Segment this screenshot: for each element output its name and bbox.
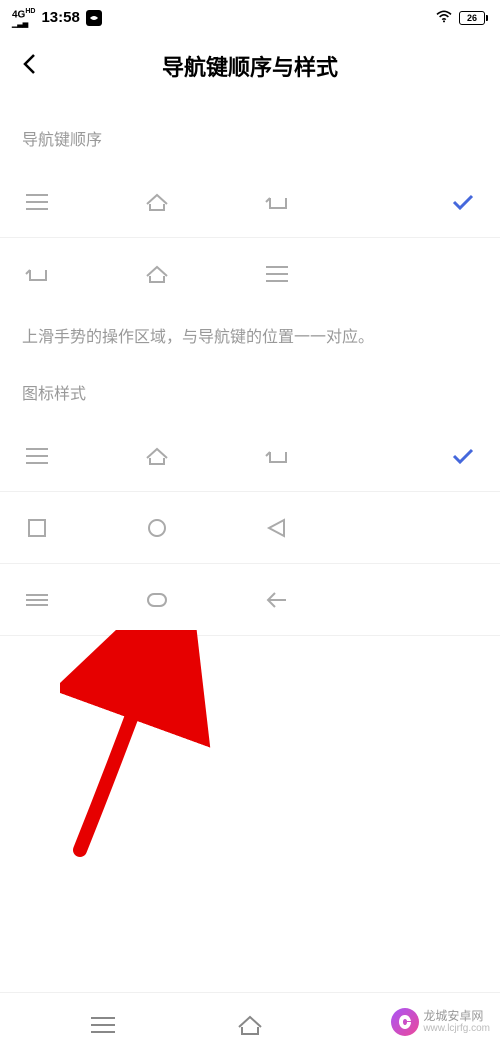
style-option-3[interactable] xyxy=(0,564,500,636)
check-icon xyxy=(448,446,478,466)
status-right: 26 xyxy=(435,10,488,27)
check-icon xyxy=(448,192,478,212)
arrow-annotation xyxy=(60,630,220,875)
home-icon xyxy=(142,444,172,468)
back-button[interactable] xyxy=(20,52,40,81)
style-option-1[interactable] xyxy=(0,420,500,492)
status-left: 4GHD ▁▃▅ 13:58 xyxy=(12,7,102,28)
battery-icon: 26 xyxy=(459,11,488,25)
lines-icon xyxy=(22,588,52,612)
order-option-2[interactable] xyxy=(0,238,500,310)
rounded-rect-icon xyxy=(142,588,172,612)
watermark: 龙城安卓网 www.lcjrfg.com xyxy=(391,1008,490,1036)
triangle-icon xyxy=(262,516,292,540)
watermark-logo-icon xyxy=(391,1008,419,1036)
watermark-url: www.lcjrfg.com xyxy=(423,1023,490,1035)
signal-icon: 4GHD ▁▃▅ xyxy=(12,7,35,28)
hamburger-icon xyxy=(22,190,52,214)
square-icon xyxy=(22,516,52,540)
back-icon xyxy=(262,444,292,468)
style-option-2[interactable] xyxy=(0,492,500,564)
section-label-order: 导航键顺序 xyxy=(0,96,500,166)
order-option-1[interactable] xyxy=(0,166,500,238)
watermark-name: 龙城安卓网 xyxy=(423,1009,490,1023)
section-description: 上滑手势的操作区域，与导航键的位置一一对应。 xyxy=(0,310,500,370)
back-icon xyxy=(22,262,52,286)
circle-icon xyxy=(142,516,172,540)
hamburger-icon xyxy=(22,444,52,468)
wifi-icon xyxy=(435,10,453,27)
status-time: 13:58 xyxy=(41,9,79,26)
status-bar: 4GHD ▁▃▅ 13:58 26 xyxy=(0,0,500,36)
page-title: 导航键顺序与样式 xyxy=(16,50,484,82)
home-icon xyxy=(142,262,172,286)
nav-hamburger-icon[interactable] xyxy=(88,1013,118,1037)
home-icon xyxy=(142,190,172,214)
notification-icon xyxy=(86,10,102,26)
hamburger-icon xyxy=(262,262,292,286)
back-icon xyxy=(262,190,292,214)
arrow-left-icon xyxy=(262,588,292,612)
section-label-style: 图标样式 xyxy=(0,370,500,420)
page-header: 导航键顺序与样式 xyxy=(0,36,500,96)
nav-home-icon[interactable] xyxy=(235,1013,265,1037)
